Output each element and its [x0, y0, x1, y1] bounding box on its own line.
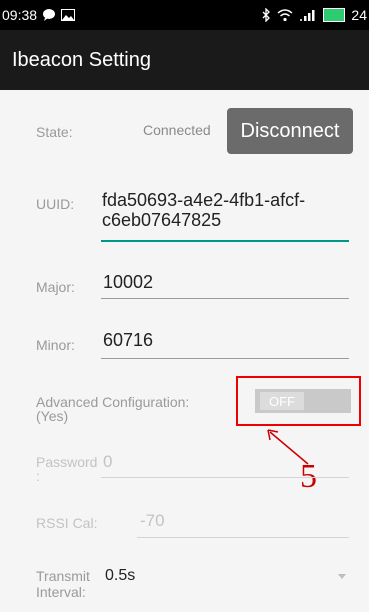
- password-label: Password :: [36, 455, 97, 483]
- minor-input[interactable]: 60716: [103, 330, 153, 351]
- minor-underline: [101, 358, 349, 359]
- signal-icon: [300, 10, 315, 21]
- battery-icon: [323, 8, 346, 22]
- chat-bubble-icon: [43, 9, 56, 21]
- status-time: 09:38: [2, 7, 38, 23]
- rssi-label: RSSI Cal:: [36, 515, 98, 531]
- uuid-line-1: fda50693-a4e2-4fb1-afcf-: [102, 190, 306, 210]
- transmit-label: Transmit Interval:: [36, 568, 90, 600]
- wifi-icon: [277, 9, 293, 22]
- password-label-line-2: :: [36, 468, 40, 484]
- app-bar: Ibeacon Setting: [0, 30, 369, 90]
- annotation-highlight-box: [236, 376, 361, 426]
- uuid-input[interactable]: fda50693-a4e2-4fb1-afcf- c6eb07647825: [100, 190, 350, 242]
- advanced-label-line-2: (Yes): [36, 408, 69, 424]
- bluetooth-icon: [262, 8, 271, 22]
- uuid-label: UUID:: [36, 196, 75, 212]
- minor-label: Minor:: [36, 337, 75, 353]
- rssi-input[interactable]: -70: [140, 511, 165, 531]
- transmit-label-line-2: Interval:: [36, 584, 86, 600]
- status-right-text: 24: [351, 7, 367, 23]
- transmit-value: 0.5s: [105, 567, 136, 584]
- chevron-down-icon: [338, 574, 346, 579]
- advanced-label: Advanced Configuration: (Yes): [36, 395, 189, 423]
- password-underline: [101, 477, 349, 478]
- disconnect-button[interactable]: Disconnect: [227, 108, 353, 154]
- major-input[interactable]: 10002: [103, 272, 153, 293]
- password-input[interactable]: 0: [103, 452, 112, 472]
- image-icon: [61, 9, 76, 21]
- major-underline: [101, 298, 349, 299]
- state-value: Connected: [143, 122, 211, 138]
- transmit-label-line-1: Transmit: [36, 568, 90, 584]
- transmit-interval-select[interactable]: 0.5s: [100, 563, 352, 589]
- uuid-underline: [101, 240, 349, 242]
- uuid-line-2: c6eb07647825: [102, 210, 222, 230]
- password-label-line-1: Password: [36, 454, 98, 470]
- status-bar: 09:38 24: [0, 0, 369, 30]
- app-title: Ibeacon Setting: [12, 48, 151, 71]
- major-label: Major:: [36, 279, 75, 295]
- state-label: State:: [36, 124, 73, 140]
- rssi-underline: [137, 537, 349, 538]
